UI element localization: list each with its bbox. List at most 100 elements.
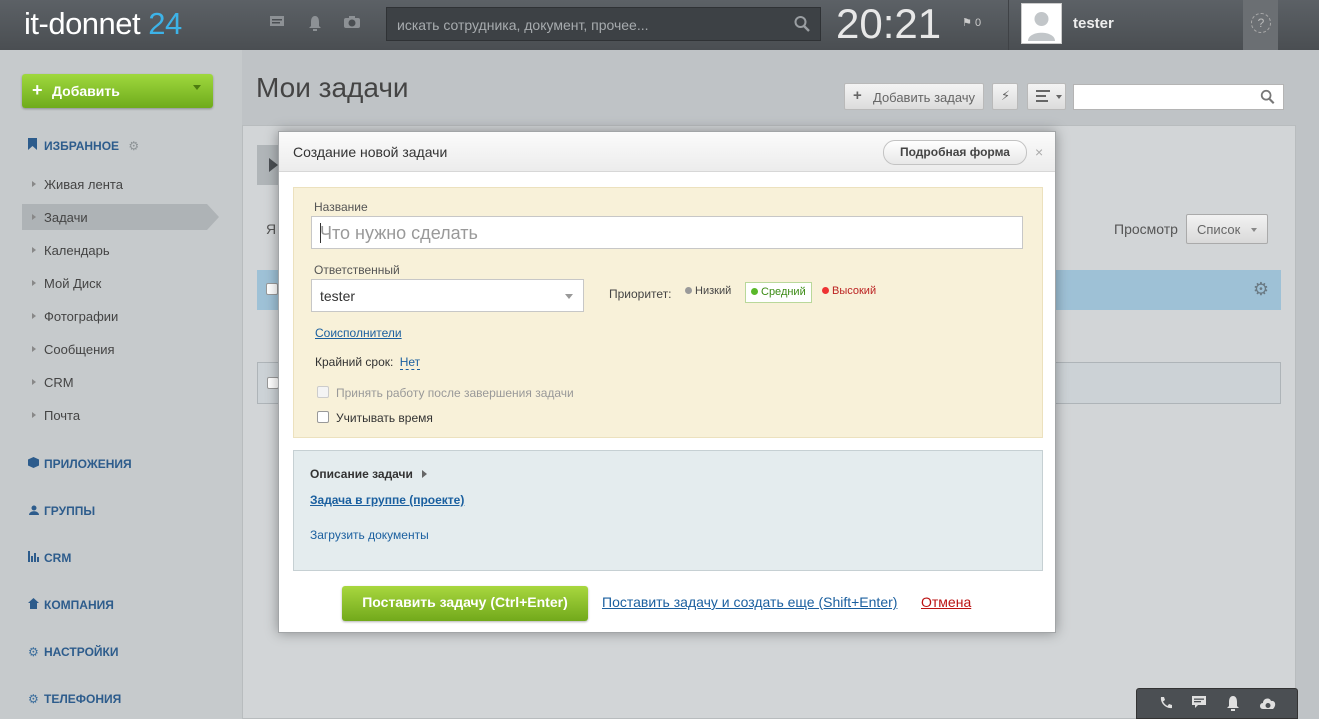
bullet-icon [32,181,36,187]
priority-medium-option[interactable]: Средний [745,282,812,303]
chevron-down-icon [1251,228,1257,232]
sidebar-section-company[interactable]: КОМПАНИЯ [28,598,114,612]
add-button[interactable]: + Добавить [22,74,213,108]
sidebar-section-favorites[interactable]: ИЗБРАННОЕ ⚙ [28,138,139,153]
sidebar-section-telephony[interactable]: ⚙ ТЕЛЕФОНИЯ [28,692,121,706]
page-title: Мои задачи [256,72,409,103]
bullet-icon [32,280,36,286]
select-all-checkbox[interactable] [266,283,278,295]
bullet-icon [32,313,36,319]
sidebar-item-tasks[interactable]: Задачи [44,210,88,225]
filter-search-input[interactable] [1073,84,1284,110]
bullet-icon [32,247,36,253]
full-form-button[interactable]: Подробная форма [883,140,1027,165]
logo[interactable]: it-donnet 24 [24,6,182,42]
bullet-icon [32,346,36,352]
upload-documents-link[interactable]: Загрузить документы [310,528,429,542]
bullet-icon [32,214,36,220]
view-select[interactable]: Список [1186,214,1268,244]
coexecutors-link[interactable]: Соисполнители [315,326,402,340]
task-name-placeholder: Что нужно сделать [320,223,478,243]
global-search-input[interactable]: искать сотрудника, документ, прочее... [386,7,821,41]
close-icon[interactable]: × [1035,144,1043,160]
deadline-value-link[interactable]: Нет [399,355,421,370]
sidebar-section-settings[interactable]: ⚙ НАСТРОЙКИ [28,645,118,659]
sidebar-item-messages[interactable]: Сообщения [44,342,115,357]
responsible-label: Ответственный [314,263,400,277]
sidebar-section-apps[interactable]: ПРИЛОЖЕНИЯ [28,457,132,471]
sidebar-item-live-feed[interactable]: Живая лента [44,177,123,192]
sidebar-section-label: ТЕЛЕФОНИЯ [44,692,122,706]
filter-label: Я [266,221,277,237]
sidebar-item-calendar[interactable]: Календарь [44,243,110,258]
gear-icon[interactable]: ⚙ [1253,279,1269,300]
description-label: Описание задачи [310,467,413,481]
search-placeholder: искать сотрудника, документ, прочее... [397,17,649,33]
task-name-input[interactable]: Что нужно сделать [311,216,1023,249]
priority-dot-icon [822,287,829,294]
flag-icon: ⚑ [962,17,972,29]
flag-counter[interactable]: ⚑ 0 [962,16,981,29]
sidebar-section-groups[interactable]: ГРУППЫ [28,504,95,518]
submit-task-button[interactable]: Поставить задачу (Ctrl+Enter) [342,586,588,621]
add-task-button[interactable]: + Добавить задачу [844,83,984,110]
search-icon[interactable] [1260,89,1275,108]
bell-icon[interactable] [1224,695,1242,713]
messages-icon[interactable] [268,15,286,33]
logo-number: 24 [148,6,182,41]
bookmark-icon [28,138,40,153]
bottom-toolbar [1136,688,1298,719]
bullet-icon [32,412,36,418]
responsible-select[interactable]: tester [311,279,584,312]
user-menu[interactable]: tester [1008,0,1243,50]
priority-label: Приоритет: [609,287,672,301]
cancel-link[interactable]: Отмена [921,594,971,610]
deadline-row: Крайний срок: Нет [315,355,421,370]
search-icon[interactable] [794,15,810,33]
sidebar-item-photos[interactable]: Фотографии [44,309,118,324]
sidebar: + Добавить ИЗБРАННОЕ ⚙ Живая лента Задач… [0,50,242,719]
groups-icon [28,504,40,518]
view-menu-button[interactable] [1027,83,1066,110]
task-extra-fields: Описание задачи Задача в группе (проекте… [293,450,1043,571]
sidebar-section-label: ГРУППЫ [44,504,96,518]
camera-icon[interactable] [343,15,361,33]
priority-high-option[interactable]: Высокий [817,282,881,303]
sidebar-section-crm[interactable]: CRM [28,551,71,565]
responsible-value: tester [320,288,356,304]
sidebar-item-crm[interactable]: CRM [44,375,74,390]
add-task-label: Добавить задачу [873,90,976,105]
submit-and-create-more-link[interactable]: Поставить задачу и создать еще (Shift+En… [602,594,897,610]
sidebar-section-label: КОМПАНИЯ [44,598,114,612]
gear-icon: ⚙ [28,645,39,659]
priority-low-option[interactable]: Низкий [680,282,736,303]
logo-text: it-donnet [24,6,141,41]
sidebar-item-my-disk[interactable]: Мой Диск [44,276,101,291]
sidebar-section-label: ИЗБРАННОЕ [44,139,120,153]
description-toggle[interactable]: Описание задачи [310,467,428,481]
priority-high-label: Высокий [832,285,877,297]
priority-dot-icon [685,287,692,294]
lightning-icon: ⚡ [1001,88,1011,103]
new-task-dialog: Создание новой задачи Подробная форма × … [278,131,1056,633]
quick-action-button[interactable]: ⚡ [992,83,1018,110]
sidebar-item-mail[interactable]: Почта [44,408,80,423]
help-button[interactable]: ? [1243,0,1278,50]
priority-dot-icon [751,288,758,295]
phone-icon[interactable] [1157,695,1175,713]
cloud-sync-icon[interactable] [1258,695,1276,713]
sidebar-section-label: CRM [44,551,72,565]
home-icon [28,598,40,612]
bell-icon[interactable] [306,15,324,33]
chevron-down-icon[interactable] [193,85,201,90]
clock[interactable]: 20:21 [836,0,941,48]
chat-icon[interactable] [1190,695,1208,713]
track-time-checkbox[interactable] [317,411,329,423]
accept-work-checkbox[interactable] [317,386,329,398]
accept-work-label: Принять работу после завершения задачи [336,386,574,400]
priority-low-label: Низкий [695,285,732,297]
group-task-link[interactable]: Задача в группе (проекте) [310,493,464,507]
view-select-value: Список [1197,222,1241,237]
add-button-label: Добавить [52,83,120,99]
gear-icon[interactable]: ⚙ [128,139,139,153]
